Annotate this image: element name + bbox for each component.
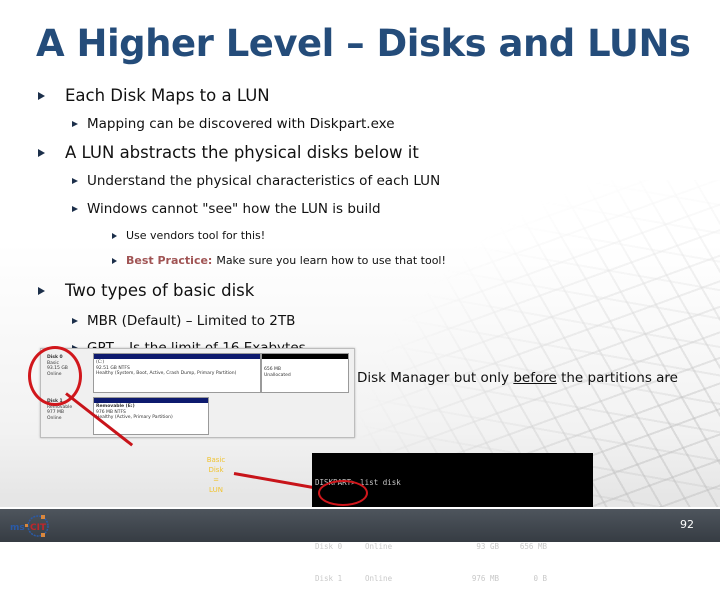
partition-bar [94,354,260,359]
callout-text: = [213,476,219,484]
console-cell: Disk 0 [315,542,343,551]
console-cell: 0 B [533,573,547,583]
bullet-text: Mapping can be discovered with Diskpart.… [87,116,395,132]
slide-title: A Higher Level – Disks and LUNs [36,22,691,65]
partition-state: Healthy (System, Boot, Active, Crash Dum… [96,371,237,376]
bullet-arrow-icon [38,286,45,295]
partition-state: Unallocated [264,372,291,378]
bullet-mbr: MBR (Default) – Limited to 2TB [72,313,295,329]
bullet-arrow-icon [38,148,45,157]
bullet-arrow-icon [112,232,117,239]
underlined-word: before [513,370,557,386]
highlight-circle-console [318,480,368,506]
bullet-text-prefix: Disk Manager but only [357,370,510,386]
console-cell: 656 MB [519,542,547,551]
bullet-arrow-icon [38,91,45,100]
callout-text: Disk [208,466,224,474]
partition-bar [262,354,348,359]
console-row: Disk 1 Online 976 MB 0 B [315,574,590,585]
bullet-text-suffix: the partitions are [561,370,678,386]
disk-manager-screenshot: Disk 0 Basic 93.15 GB Online (C:) 92.51 … [40,348,355,438]
console-cell: 93 GB [476,542,499,551]
svg-text:CIT: CIT [30,523,47,533]
partition-block: (C:) 92.51 GB NTFS Healthy (System, Boot… [93,353,261,393]
bullet-text: Each Disk Maps to a LUN [65,86,270,105]
bullet-arrow-icon [112,257,117,264]
best-practice-label: Best Practice: [126,254,213,267]
bullet-physical-characteristics: Understand the physical characteristics … [72,173,440,189]
bullet-arrow-icon [72,178,78,184]
slide-footer: ms CIT 92 [0,507,720,542]
company-logo-icon: ms CIT [10,515,49,537]
bullet-text: Windows cannot "see" how the LUN is buil… [87,201,381,217]
console-row: Disk 0 Online 93 GB 656 MB [315,542,590,553]
disk-status: Online [47,415,62,421]
bullet-arrow-icon [72,206,78,212]
bullet-text: Understand the physical characteristics … [87,173,441,189]
bullet-text: A LUN abstracts the physical disks below… [65,143,419,162]
bullet-arrow-icon [72,121,78,127]
bullet-text: MBR (Default) – Limited to 2TB [87,313,296,329]
partition-bar [94,398,208,403]
bullet-lun-abstracts: A LUN abstracts the physical disks below… [38,143,419,162]
console-cell: Online [365,573,393,583]
bullet-text: Two types of basic disk [65,281,255,300]
disk-row: Disk 0 Basic 93.15 GB Online (C:) 92.51 … [41,353,354,395]
bullet-mapping-diskpart: Mapping can be discovered with Diskpart.… [72,116,395,132]
callout-text: Basic [206,456,226,464]
svg-text:ms: ms [10,523,25,533]
bullet-windows-cannot-see: Windows cannot "see" how the LUN is buil… [72,201,381,217]
partition-label: Removable (E:) [96,404,135,409]
partition-state: Healthy (Active, Primary Partition) [96,415,173,420]
callout-text: LUN [209,486,223,494]
page-number: 92 [680,518,694,531]
console-cell: Disk 1 [315,573,343,583]
callout-basic-disk-lun: Basic Disk = LUN [204,455,228,495]
partition-block: 656 MB Unallocated [261,353,349,393]
pointer-line [233,472,317,490]
console-cell: Online [365,542,393,551]
bullet-text: Use vendors tool for this! [126,229,266,242]
bullet-vendors-tool: Use vendors tool for this! [112,229,265,242]
bullet-disk-maps-lun: Each Disk Maps to a LUN [38,86,270,105]
bullet-text: Make sure you learn how to use that tool… [216,254,446,267]
bullet-arrow-icon [72,318,78,324]
bullet-best-practice: Best Practice: Make sure you learn how t… [112,254,446,267]
bullet-convert-disk-manager: Disk Manager but only before the partiti… [357,370,678,386]
console-cell: 976 MB [471,573,499,583]
bullet-two-types: Two types of basic disk [38,281,254,300]
disk-row: Disk 1 Removable 977 MB Online Removable… [41,397,354,437]
